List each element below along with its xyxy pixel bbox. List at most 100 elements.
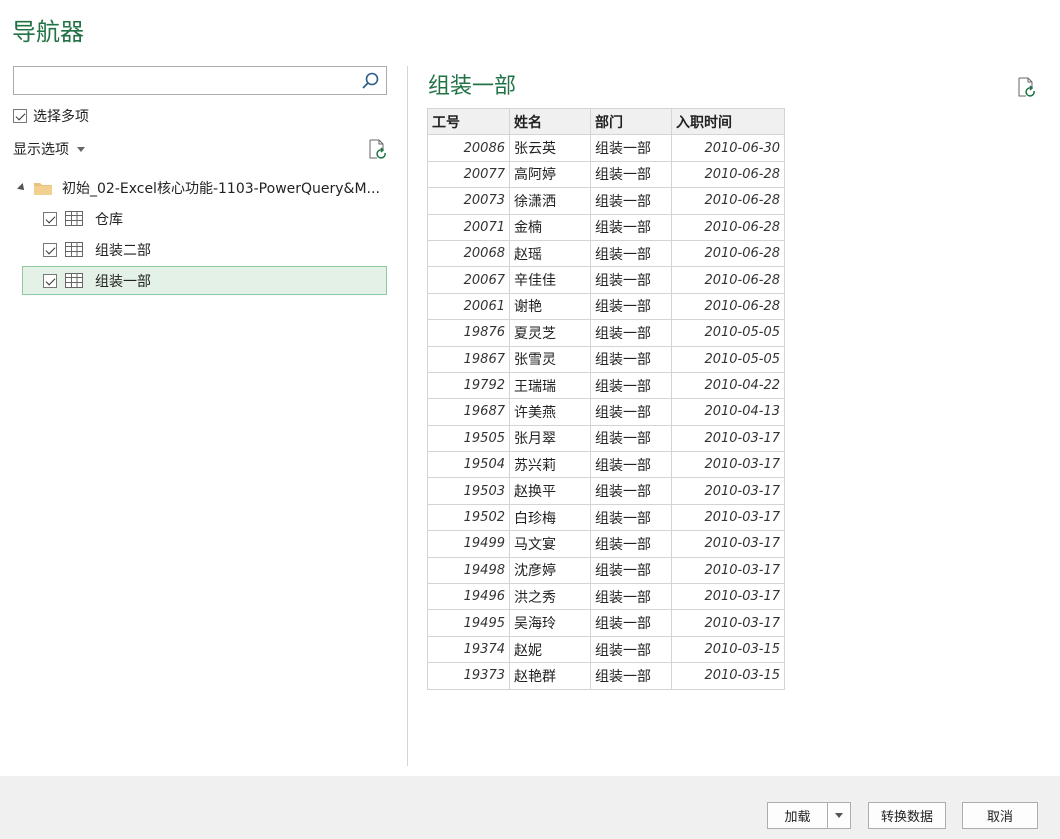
display-options-dropdown[interactable]: 显示选项 bbox=[13, 139, 85, 159]
table-row: 20077 高阿婷 组装一部 2010-06-28 bbox=[427, 160, 785, 189]
table-cell: 19498 bbox=[427, 556, 510, 585]
table-cell: 2010-03-15 bbox=[671, 635, 785, 664]
table-cell: 白珍梅 bbox=[509, 503, 591, 532]
table-cell: 20067 bbox=[427, 266, 510, 294]
table-cell: 2010-06-28 bbox=[671, 266, 785, 294]
table-cell: 2010-06-28 bbox=[671, 213, 785, 241]
search-input[interactable] bbox=[14, 67, 354, 94]
table-cell: 2010-03-17 bbox=[671, 530, 785, 558]
table-cell: 苏兴莉 bbox=[509, 451, 591, 479]
refresh-icon[interactable] bbox=[1015, 76, 1037, 98]
table-cell: 组装一部 bbox=[590, 451, 672, 479]
table-row: 19504 苏兴莉 组装一部 2010-03-17 bbox=[427, 451, 785, 479]
table-header-row: 工号 姓名 部门 入职时间 bbox=[427, 107, 785, 136]
navigator-dialog: 导航器 选择多项 显示选项 初始_02-Excel核心功能-1103-Power… bbox=[0, 0, 1060, 839]
table-cell: 19374 bbox=[427, 635, 510, 664]
tree-item-assembly-2[interactable]: 组装二部 bbox=[22, 235, 387, 264]
column-header[interactable]: 部门 bbox=[590, 107, 672, 136]
table-row: 20068 赵瑶 组装一部 2010-06-28 bbox=[427, 239, 785, 268]
table-row: 20061 谢艳 组装一部 2010-06-28 bbox=[427, 292, 785, 321]
table-cell: 张云英 bbox=[509, 134, 591, 162]
table-cell: 2010-06-28 bbox=[671, 292, 785, 321]
column-header[interactable]: 姓名 bbox=[509, 107, 591, 136]
table-cell: 组装一部 bbox=[590, 477, 672, 505]
transform-data-button[interactable]: 转换数据 bbox=[868, 802, 946, 829]
search-icon[interactable] bbox=[360, 71, 380, 91]
table-cell: 组装一部 bbox=[590, 398, 672, 426]
tree-item-warehouse[interactable]: 仓库 bbox=[22, 204, 387, 233]
table-cell: 20068 bbox=[427, 239, 510, 268]
table-cell: 19687 bbox=[427, 398, 510, 426]
tree-folder[interactable]: 初始_02-Excel核心功能-1103-PowerQuery&M... bbox=[17, 178, 380, 198]
table-cell: 19503 bbox=[427, 477, 510, 505]
table-cell: 19792 bbox=[427, 371, 510, 400]
folder-icon bbox=[34, 183, 52, 195]
cancel-button[interactable]: 取消 bbox=[962, 802, 1038, 829]
table-cell: 2010-03-17 bbox=[671, 583, 785, 611]
window-title: 导航器 bbox=[12, 18, 84, 46]
table-cell: 组装一部 bbox=[590, 239, 672, 268]
table-row: 20086 张云英 组装一部 2010-06-30 bbox=[427, 134, 785, 162]
tree-item-label: 组装一部 bbox=[95, 273, 151, 290]
tree-item-label: 组装二部 bbox=[95, 242, 151, 259]
table-cell: 赵瑶 bbox=[509, 239, 591, 268]
tree-item-checkbox[interactable] bbox=[43, 211, 57, 226]
select-multiple-option[interactable]: 选择多项 bbox=[13, 106, 89, 126]
tree-item-checkbox[interactable] bbox=[43, 273, 57, 288]
table-cell: 组装一部 bbox=[590, 213, 672, 241]
expand-arrow-icon[interactable] bbox=[17, 183, 27, 193]
refresh-icon[interactable] bbox=[366, 138, 388, 160]
table-row: 19374 赵妮 组装一部 2010-03-15 bbox=[427, 635, 785, 664]
tree-item-checkbox[interactable] bbox=[43, 242, 57, 257]
table-cell: 2010-05-05 bbox=[671, 345, 785, 373]
table-row: 19792 王瑞瑞 组装一部 2010-04-22 bbox=[427, 371, 785, 400]
chevron-down-icon bbox=[77, 146, 85, 152]
table-row: 20071 金楠 组装一部 2010-06-28 bbox=[427, 213, 785, 241]
table-cell: 组装一部 bbox=[590, 662, 672, 690]
table-cell: 王瑞瑞 bbox=[509, 371, 591, 400]
table-cell: 20061 bbox=[427, 292, 510, 321]
table-row: 19503 赵换平 组装一部 2010-03-17 bbox=[427, 477, 785, 505]
column-header[interactable]: 入职时间 bbox=[671, 107, 785, 136]
table-cell: 沈彦婷 bbox=[509, 556, 591, 585]
table-row: 19496 洪之秀 组装一部 2010-03-17 bbox=[427, 583, 785, 611]
table-cell: 2010-03-15 bbox=[671, 662, 785, 690]
table-cell: 谢艳 bbox=[509, 292, 591, 321]
table-cell: 组装一部 bbox=[590, 424, 672, 453]
table-cell: 组装一部 bbox=[590, 187, 672, 215]
table-cell: 组装一部 bbox=[590, 609, 672, 637]
tree-folder-label: 初始_02-Excel核心功能-1103-PowerQuery&M... bbox=[62, 181, 380, 197]
table-cell: 赵换平 bbox=[509, 477, 591, 505]
table-cell: 20077 bbox=[427, 160, 510, 189]
table-cell: 2010-06-28 bbox=[671, 187, 785, 215]
table-row: 19498 沈彦婷 组装一部 2010-03-17 bbox=[427, 556, 785, 585]
table-row: 19373 赵艳群 组装一部 2010-03-15 bbox=[427, 662, 785, 690]
table-cell: 2010-03-17 bbox=[671, 451, 785, 479]
table-cell: 2010-06-28 bbox=[671, 239, 785, 268]
search-box[interactable] bbox=[13, 66, 387, 95]
select-multiple-checkbox[interactable] bbox=[13, 109, 27, 123]
table-icon bbox=[65, 211, 83, 226]
table-cell: 张月翠 bbox=[509, 424, 591, 453]
table-cell: 组装一部 bbox=[590, 160, 672, 189]
table-cell: 19867 bbox=[427, 345, 510, 373]
table-cell: 2010-03-17 bbox=[671, 609, 785, 637]
tree-item-assembly-1[interactable]: 组装一部 bbox=[22, 266, 387, 295]
load-button[interactable]: 加载 bbox=[767, 802, 828, 829]
table-cell: 组装一部 bbox=[590, 266, 672, 294]
table-cell: 马文宴 bbox=[509, 530, 591, 558]
preview-title: 组装一部 bbox=[428, 74, 517, 99]
table-icon bbox=[65, 273, 83, 288]
pane-divider[interactable] bbox=[407, 66, 408, 766]
table-cell: 2010-04-22 bbox=[671, 371, 785, 400]
column-header[interactable]: 工号 bbox=[427, 107, 510, 136]
table-cell: 19504 bbox=[427, 451, 510, 479]
table-cell: 2010-03-17 bbox=[671, 503, 785, 532]
table-row: 19502 白珍梅 组装一部 2010-03-17 bbox=[427, 503, 785, 532]
table-cell: 组装一部 bbox=[590, 556, 672, 585]
table-cell: 组装一部 bbox=[590, 319, 672, 347]
table-cell: 吴海玲 bbox=[509, 609, 591, 637]
load-dropdown-button[interactable] bbox=[827, 802, 851, 829]
tree-item-label: 仓库 bbox=[95, 211, 123, 228]
table-cell: 2010-03-17 bbox=[671, 556, 785, 585]
